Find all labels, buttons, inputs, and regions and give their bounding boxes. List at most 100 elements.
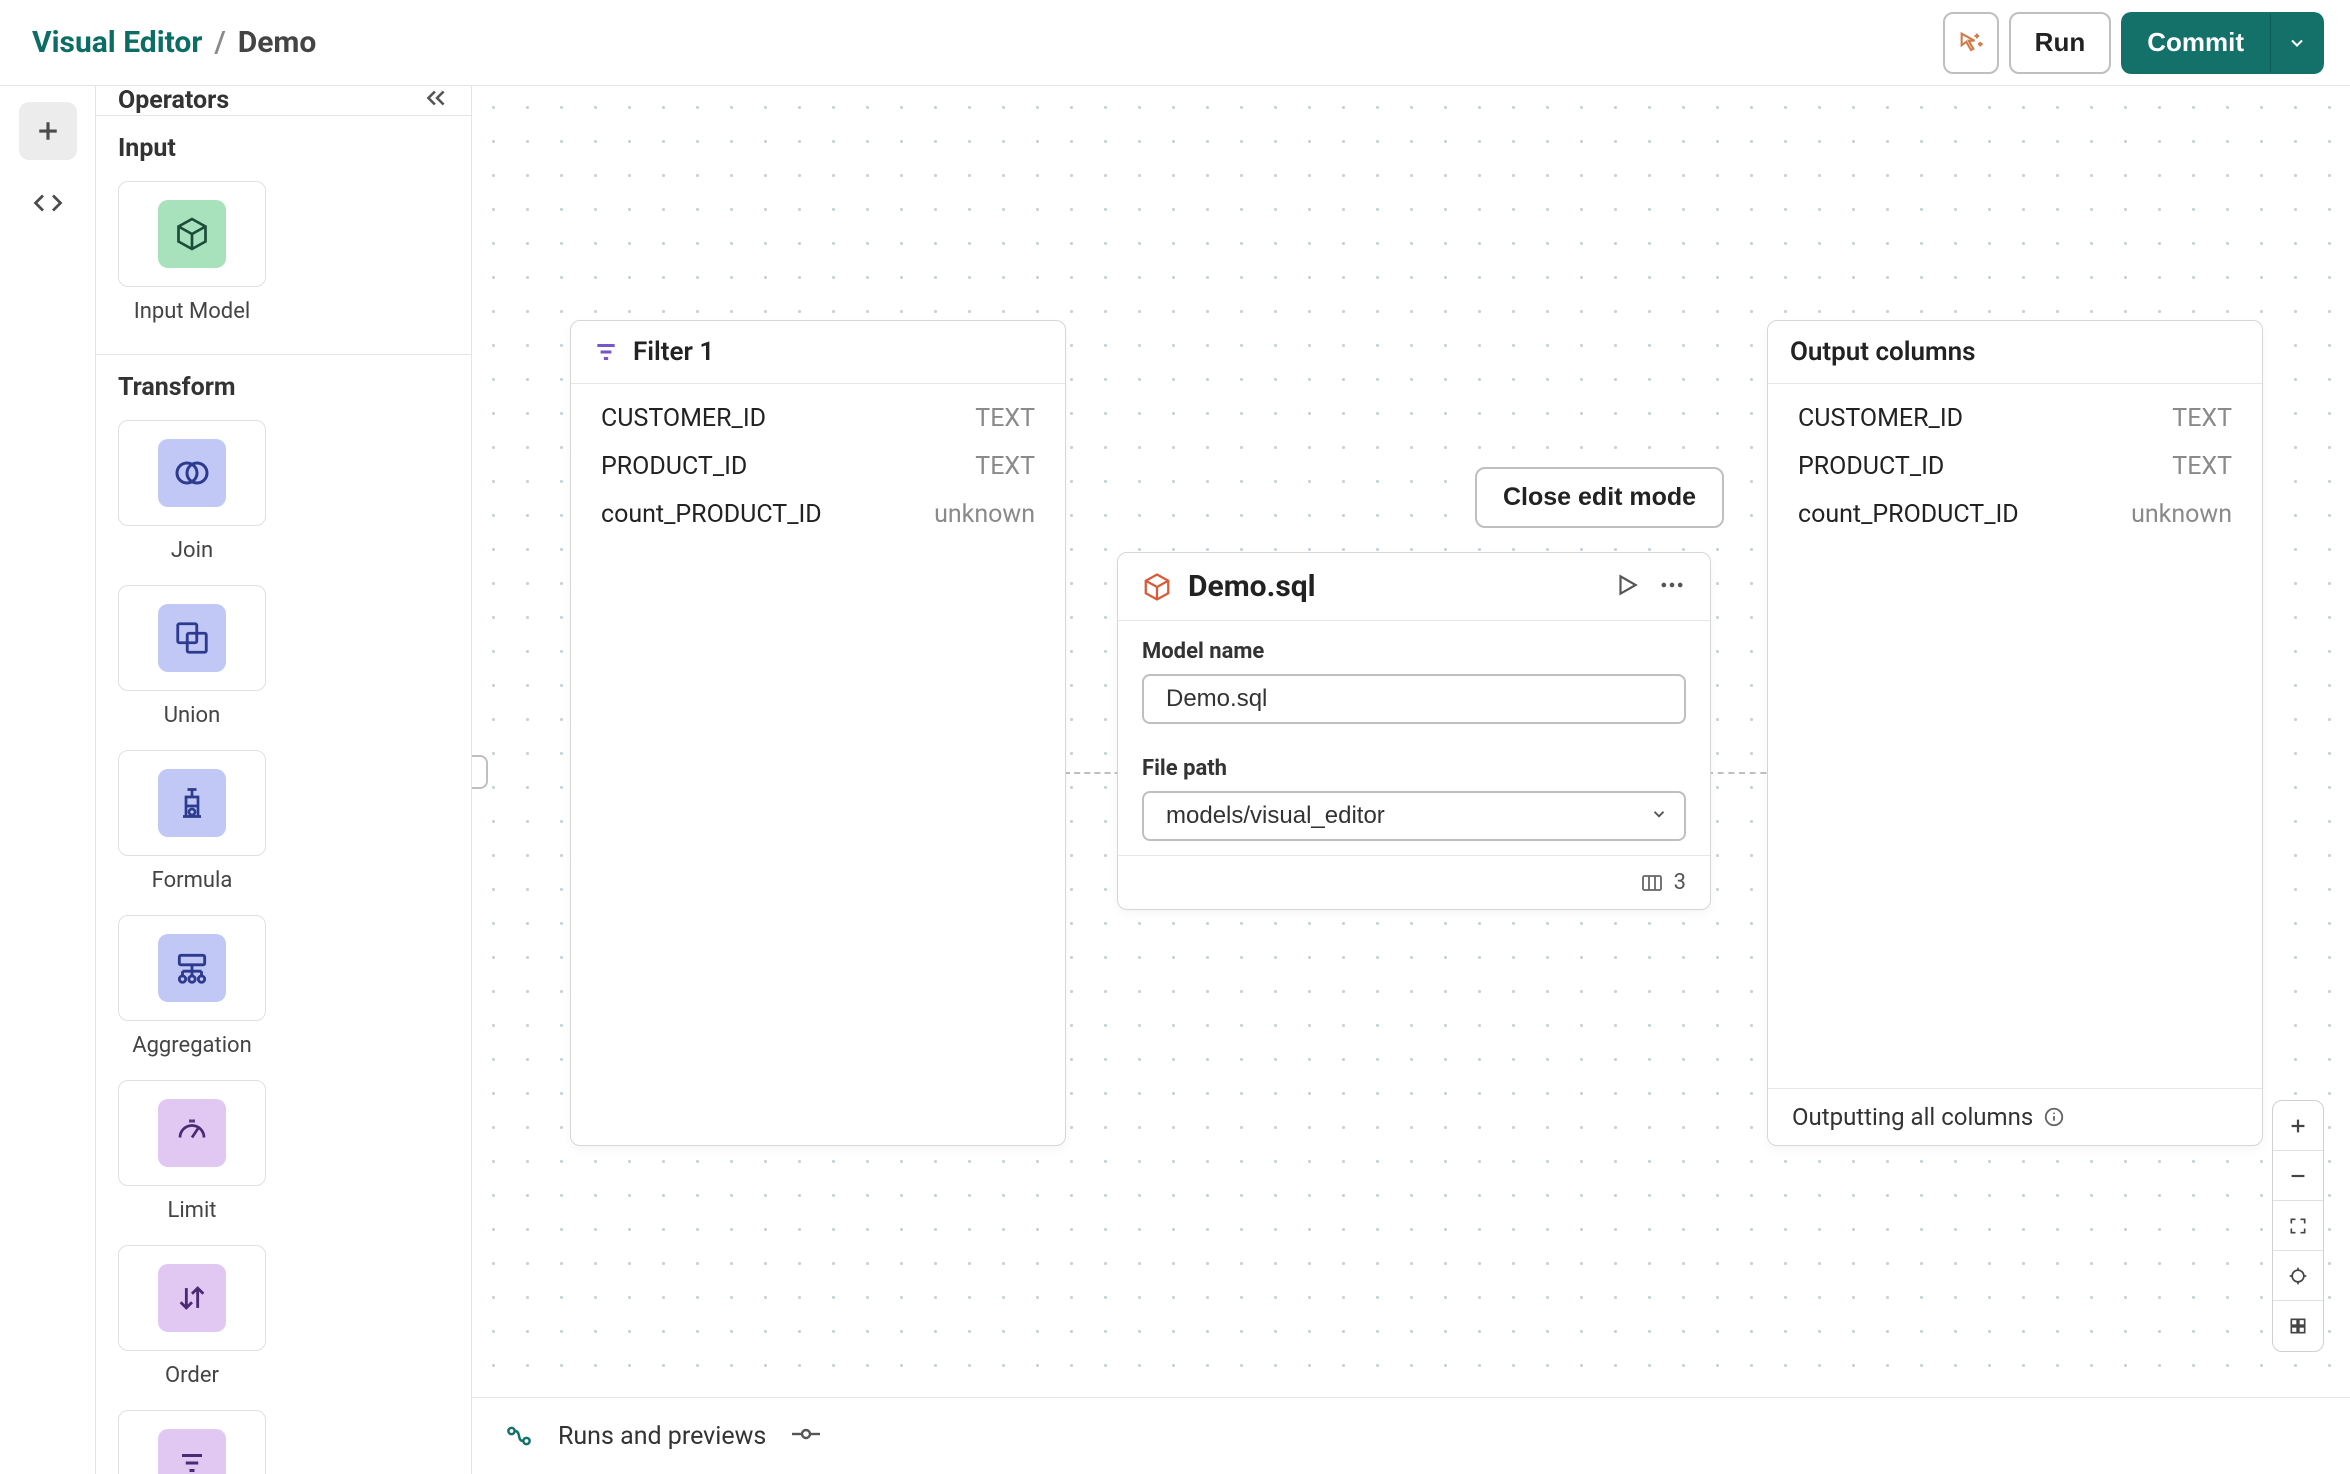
op-label: Union bbox=[164, 703, 220, 728]
operator-join[interactable]: Join bbox=[118, 420, 266, 563]
sidebar-header: Operators bbox=[96, 86, 471, 116]
zoom-out-button[interactable] bbox=[2273, 1151, 2323, 1201]
bottom-bar: Runs and previews bbox=[472, 1397, 2350, 1474]
operator-order[interactable]: Order bbox=[118, 1245, 266, 1388]
open-input-port[interactable] bbox=[472, 755, 488, 789]
column-row: CUSTOMER_ID TEXT bbox=[571, 394, 1065, 442]
op-label: Aggregation bbox=[132, 1033, 252, 1058]
model-name-label: Model name bbox=[1142, 639, 1686, 664]
formula-icon bbox=[174, 785, 210, 821]
column-type: TEXT bbox=[975, 404, 1035, 433]
operator-union[interactable]: Union bbox=[118, 585, 266, 728]
file-path-select[interactable] bbox=[1142, 791, 1686, 841]
node-output-columns[interactable]: Output columns CUSTOMER_ID TEXT PRODUCT_… bbox=[1767, 320, 2263, 1146]
aggregation-icon bbox=[173, 949, 211, 987]
code-icon bbox=[33, 188, 63, 218]
operator-input-model[interactable]: Input Model bbox=[118, 181, 266, 324]
column-name: count_PRODUCT_ID bbox=[601, 500, 822, 529]
op-label: Input Model bbox=[134, 299, 250, 324]
play-icon bbox=[1614, 572, 1640, 598]
model-name-input[interactable] bbox=[1142, 674, 1686, 724]
section-title-input: Input bbox=[118, 134, 449, 163]
operator-formula[interactable]: Formula bbox=[118, 750, 266, 893]
column-row: PRODUCT_ID TEXT bbox=[571, 442, 1065, 490]
cube-icon bbox=[1142, 572, 1172, 602]
column-name: count_PRODUCT_ID bbox=[1798, 500, 2019, 529]
order-icon bbox=[175, 1281, 209, 1315]
minus-icon bbox=[2287, 1165, 2309, 1187]
node-header: Demo.sql bbox=[1118, 553, 1710, 621]
run-node-button[interactable] bbox=[1614, 572, 1640, 602]
grid-icon bbox=[2288, 1316, 2308, 1336]
op-label: Formula bbox=[152, 868, 233, 893]
operator-aggregation[interactable]: Aggregation bbox=[118, 915, 266, 1058]
breadcrumb-sep: / bbox=[214, 25, 225, 60]
breadcrumb: Visual Editor / Demo bbox=[32, 25, 316, 60]
node-filter[interactable]: Filter 1 CUSTOMER_ID TEXT PRODUCT_ID TEX… bbox=[570, 320, 1066, 1146]
code-view-button[interactable] bbox=[19, 174, 77, 232]
filter-icon bbox=[177, 1448, 207, 1474]
column-type: TEXT bbox=[2172, 404, 2232, 433]
node-output-model[interactable]: Demo.sql Model name File path bbox=[1117, 552, 1711, 910]
node-title: Output columns bbox=[1790, 337, 1976, 367]
node-title: Demo.sql bbox=[1188, 569, 1316, 604]
column-type: unknown bbox=[2131, 500, 2232, 529]
more-horizontal-icon bbox=[1658, 571, 1686, 599]
operator-filter[interactable]: Filter bbox=[118, 1410, 266, 1474]
column-name: CUSTOMER_ID bbox=[601, 404, 766, 433]
node-footer: 3 bbox=[1118, 856, 1710, 909]
columns-icon bbox=[1640, 871, 1664, 895]
run-button[interactable]: Run bbox=[2009, 12, 2112, 74]
limit-icon bbox=[174, 1115, 210, 1151]
sidebar-section-transform: Transform Join bbox=[96, 355, 471, 1474]
canvas[interactable]: Filter 1 CUSTOMER_ID TEXT PRODUCT_ID TEX… bbox=[472, 86, 2350, 1474]
commit-dropdown-button[interactable] bbox=[2270, 12, 2324, 74]
op-label: Join bbox=[171, 538, 213, 563]
breadcrumb-leaf: Demo bbox=[238, 25, 317, 60]
column-list: CUSTOMER_ID TEXT PRODUCT_ID TEXT count_P… bbox=[571, 384, 1065, 548]
commit-button[interactable]: Commit bbox=[2121, 12, 2270, 74]
union-icon bbox=[173, 619, 211, 657]
fullscreen-button[interactable] bbox=[2273, 1201, 2323, 1251]
commit-dot-icon bbox=[790, 1424, 822, 1444]
sparkle-cursor-icon bbox=[1957, 29, 1985, 57]
zoom-in-button[interactable] bbox=[2273, 1101, 2323, 1151]
sidebar-collapse-button[interactable] bbox=[423, 88, 449, 114]
column-row: PRODUCT_ID TEXT bbox=[1768, 442, 2262, 490]
add-operator-button[interactable] bbox=[19, 102, 77, 160]
minimap-button[interactable] bbox=[2273, 1301, 2323, 1351]
node-header: Output columns bbox=[1768, 321, 2262, 384]
column-name: CUSTOMER_ID bbox=[1798, 404, 1963, 433]
op-tile bbox=[118, 181, 266, 287]
target-icon bbox=[2288, 1266, 2308, 1286]
op-chip bbox=[158, 200, 226, 268]
center-view-button[interactable] bbox=[2273, 1251, 2323, 1301]
join-icon bbox=[172, 453, 212, 493]
main-body: Operators Input Input Model bbox=[0, 86, 2350, 1474]
breadcrumb-root[interactable]: Visual Editor bbox=[32, 25, 202, 60]
node-title: Filter 1 bbox=[633, 337, 714, 367]
operators-sidebar: Operators Input Input Model bbox=[96, 86, 472, 1474]
op-label: Order bbox=[165, 1363, 219, 1388]
node-more-button[interactable] bbox=[1658, 571, 1686, 603]
operator-limit[interactable]: Limit bbox=[118, 1080, 266, 1223]
view-controls bbox=[2272, 1100, 2324, 1352]
sidebar-section-input: Input Input Model bbox=[96, 116, 471, 355]
lineage-toggle[interactable] bbox=[790, 1422, 822, 1451]
op-label: Limit bbox=[167, 1198, 216, 1223]
runs-previews-button[interactable]: Runs and previews bbox=[558, 1422, 766, 1451]
column-count: 3 bbox=[1674, 870, 1686, 895]
close-edit-mode-button[interactable]: Close edit mode bbox=[1475, 467, 1724, 528]
topbar: Visual Editor / Demo Run Commit bbox=[0, 0, 2350, 86]
column-row: count_PRODUCT_ID unknown bbox=[571, 490, 1065, 538]
column-type: TEXT bbox=[975, 452, 1035, 481]
ai-compose-button[interactable] bbox=[1943, 12, 1999, 74]
plus-icon bbox=[2287, 1115, 2309, 1137]
info-icon bbox=[2043, 1106, 2065, 1128]
top-actions: Run Commit bbox=[1943, 12, 2324, 74]
file-path-label: File path bbox=[1142, 756, 1686, 781]
collapse-left-icon bbox=[423, 88, 449, 108]
left-rail bbox=[0, 86, 96, 1474]
plus-icon bbox=[33, 116, 63, 146]
column-type: TEXT bbox=[2172, 452, 2232, 481]
